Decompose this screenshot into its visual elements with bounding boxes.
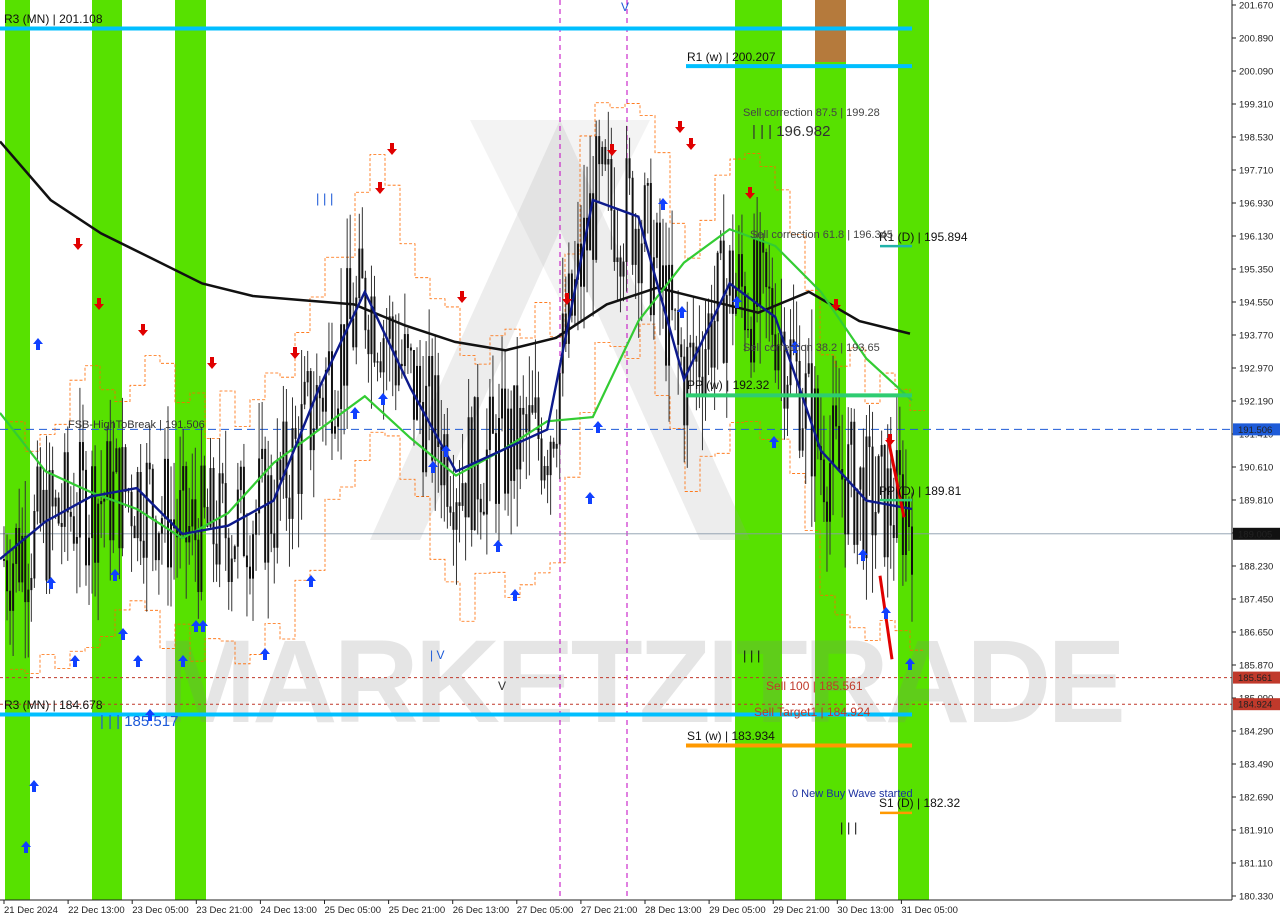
level-label: R3 (MN) | 184.678	[4, 698, 103, 712]
annotation-text: | V	[430, 648, 444, 662]
y-tick-label: 189.810	[1239, 496, 1273, 507]
x-tick-label: 25 Dec 21:00	[389, 905, 446, 916]
annotation-text: Sell Target1 | 184.924	[754, 705, 871, 719]
annotation-text: V	[621, 0, 629, 14]
y-tick-label: 200.090	[1239, 67, 1273, 78]
price-chart[interactable]: MARKETZITRADE R3 (MN) | 201.108 R1 (w) | …	[0, 0, 1280, 920]
annotation-text: Sell correction 87.5 | 199.28	[743, 107, 880, 119]
y-tick-label: 196.930	[1239, 199, 1273, 210]
y-tick-label: 196.130	[1239, 232, 1273, 243]
annotation-text: | | |	[743, 648, 760, 663]
annotation-text: | | | 196.982	[752, 123, 830, 140]
x-tick-label: 27 Dec 21:00	[581, 905, 638, 916]
annotation-text: Sell correction 38.2 | 193.65	[743, 342, 880, 354]
y-tick-label: 190.610	[1239, 463, 1273, 474]
x-tick-label: 22 Dec 13:00	[68, 905, 125, 916]
y-tick-label: 188.230	[1239, 562, 1273, 573]
bull-zone	[5, 0, 30, 900]
x-tick-label: 28 Dec 13:00	[645, 905, 702, 916]
y-tick-label: 201.670	[1239, 1, 1273, 12]
annotation-text: Sell 100 | 185.561	[766, 679, 863, 693]
annotation-text: Sell correction 61.8 | 196.345	[750, 229, 893, 241]
y-tick-label: 181.910	[1239, 826, 1273, 837]
y-tick-label: 183.490	[1239, 760, 1273, 771]
x-tick-label: 29 Dec 05:00	[709, 905, 766, 916]
price-tag-label: 185.561	[1238, 673, 1272, 684]
bear-zone	[815, 0, 846, 62]
x-tick-label: 29 Dec 21:00	[773, 905, 830, 916]
annotation-text: V	[498, 679, 506, 693]
level-label: R1 (w) | 200.207	[687, 50, 776, 64]
annotation-text: | | | 185.517	[100, 713, 178, 730]
price-tag-label: 191.506	[1238, 425, 1272, 436]
x-tick-label: 23 Dec 21:00	[196, 905, 253, 916]
x-tick-label: 21 Dec 2024	[4, 905, 58, 916]
y-tick-label: 194.550	[1239, 298, 1273, 309]
annotation-text: 0 New Buy Wave started	[792, 788, 913, 800]
level-label: R3 (MN) | 201.108	[4, 12, 103, 26]
x-axis-panel	[0, 900, 1280, 920]
y-tick-label: 181.110	[1239, 859, 1273, 870]
y-tick-label: 193.770	[1239, 331, 1273, 342]
x-tick-label: 31 Dec 05:00	[901, 905, 958, 916]
y-tick-label: 192.190	[1239, 397, 1273, 408]
x-tick-label: 30 Dec 13:00	[837, 905, 894, 916]
annotation-text: | | |	[840, 820, 857, 835]
watermark-text: MARKETZITRADE	[158, 616, 1122, 748]
y-tick-label: 192.970	[1239, 364, 1273, 375]
x-tick-label: 25 Dec 05:00	[325, 905, 382, 916]
price-tag-label: 184.924	[1238, 700, 1272, 711]
y-tick-label: 198.530	[1239, 133, 1273, 144]
y-tick-label: 182.690	[1239, 793, 1273, 804]
x-tick-label: 24 Dec 13:00	[260, 905, 317, 916]
y-tick-label: 197.710	[1239, 166, 1273, 177]
x-tick-label: 27 Dec 05:00	[517, 905, 574, 916]
y-tick-label: 199.310	[1239, 100, 1273, 111]
y-tick-label: 186.650	[1239, 628, 1273, 639]
level-label: PP (D) | 189.81	[879, 484, 962, 498]
annotation-text: | | |	[316, 191, 333, 206]
y-tick-label: 185.870	[1239, 661, 1273, 672]
y-tick-label: 195.350	[1239, 265, 1273, 276]
y-tick-label: 200.890	[1239, 34, 1273, 45]
level-label: PP (w) | 192.32	[687, 378, 770, 392]
level-label: S1 (w) | 183.934	[687, 729, 775, 743]
x-tick-label: 26 Dec 13:00	[453, 905, 510, 916]
y-tick-label: 187.450	[1239, 595, 1273, 606]
y-tick-label: 184.290	[1239, 727, 1273, 738]
price-tag-label: 189.005	[1238, 529, 1272, 540]
x-tick-label: 23 Dec 05:00	[132, 905, 189, 916]
y-tick-label: 180.330	[1239, 892, 1273, 903]
annotation-text: FSB-HighToBreak | 191.506	[68, 419, 205, 431]
